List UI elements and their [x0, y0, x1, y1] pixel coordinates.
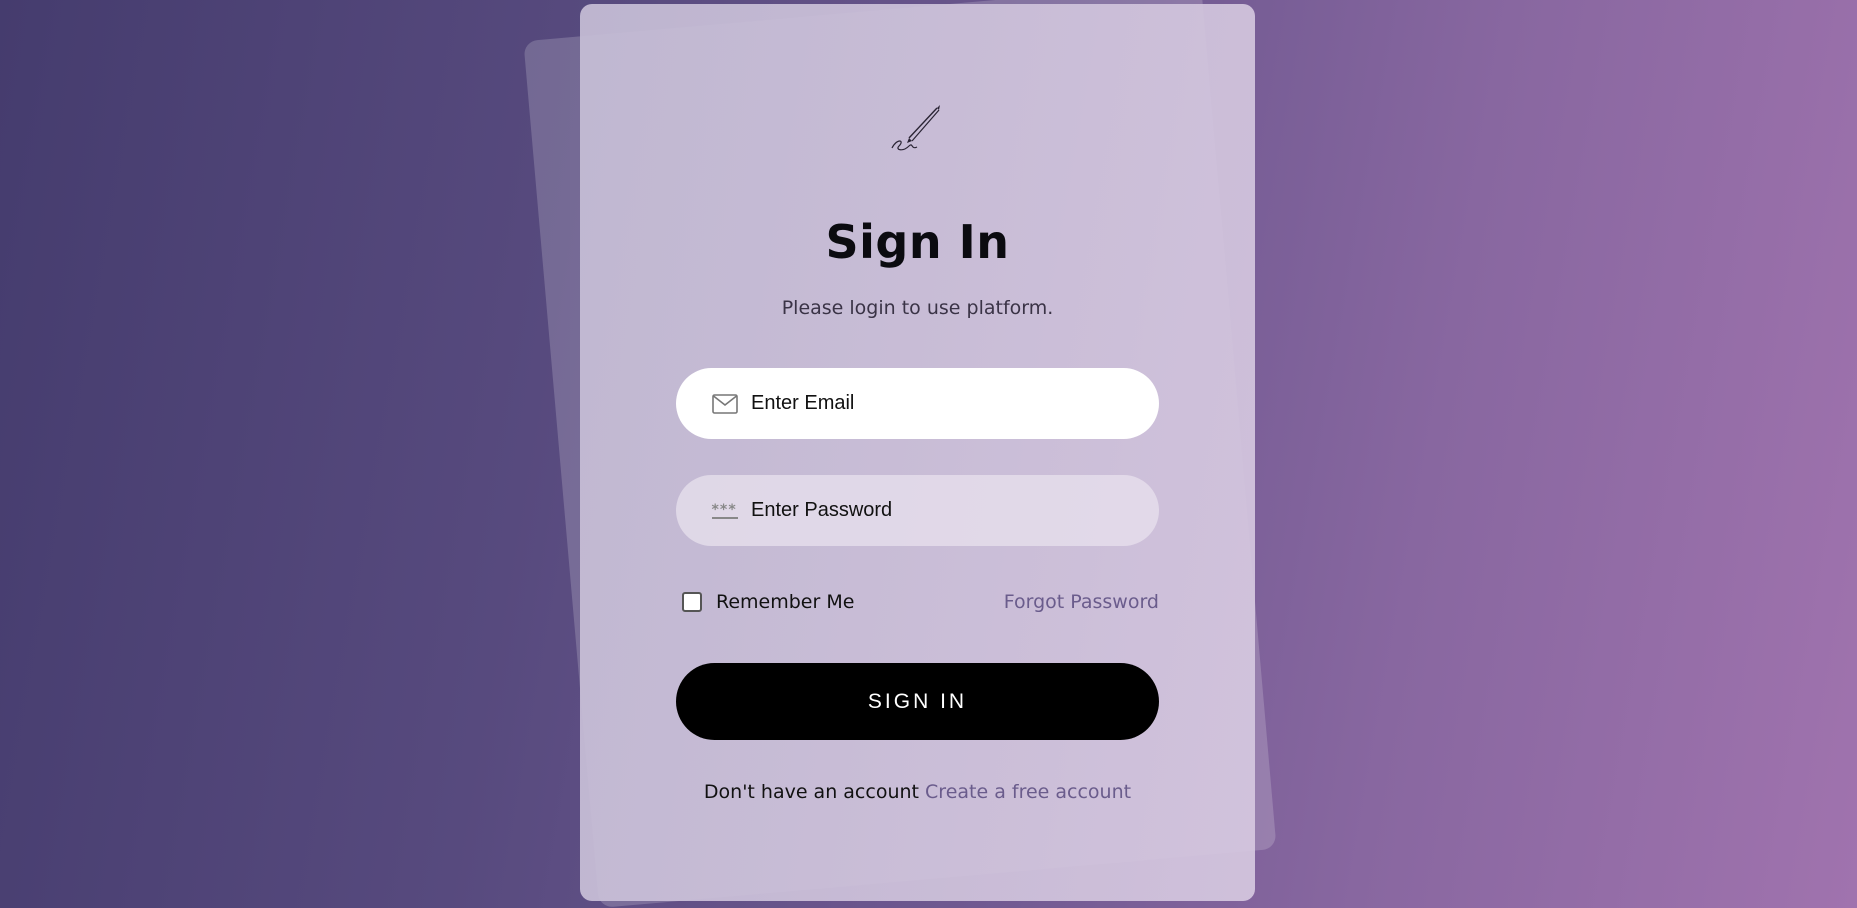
remember-me[interactable]: Remember Me: [676, 591, 854, 613]
login-options: Remember Me Forgot Password: [676, 587, 1159, 617]
svg-text:***: ***: [711, 502, 736, 518]
email-input[interactable]: [751, 383, 1131, 424]
create-account-link[interactable]: Create a free account: [925, 781, 1131, 803]
password-field[interactable]: ***: [676, 475, 1159, 546]
signin-card: Sign In Please login to use platform. **…: [580, 4, 1255, 901]
password-input[interactable]: [751, 490, 1131, 531]
email-field[interactable]: [676, 368, 1159, 439]
remember-me-label: Remember Me: [716, 591, 855, 613]
forgot-password-link[interactable]: Forgot Password: [1004, 591, 1159, 613]
signup-prompt: Don't have an account Create a free acco…: [580, 781, 1255, 803]
signup-prompt-text: Don't have an account: [703, 781, 919, 803]
pen-signature-icon: [891, 105, 940, 151]
sign-in-button[interactable]: SIGN IN: [676, 663, 1159, 740]
remember-me-checkbox[interactable]: [682, 592, 702, 612]
page-subtitle: Please login to use platform.: [781, 297, 1054, 319]
page-title: Sign In: [825, 215, 1010, 269]
password-asterisks-icon: ***: [711, 500, 739, 522]
envelope-icon: [711, 393, 739, 415]
